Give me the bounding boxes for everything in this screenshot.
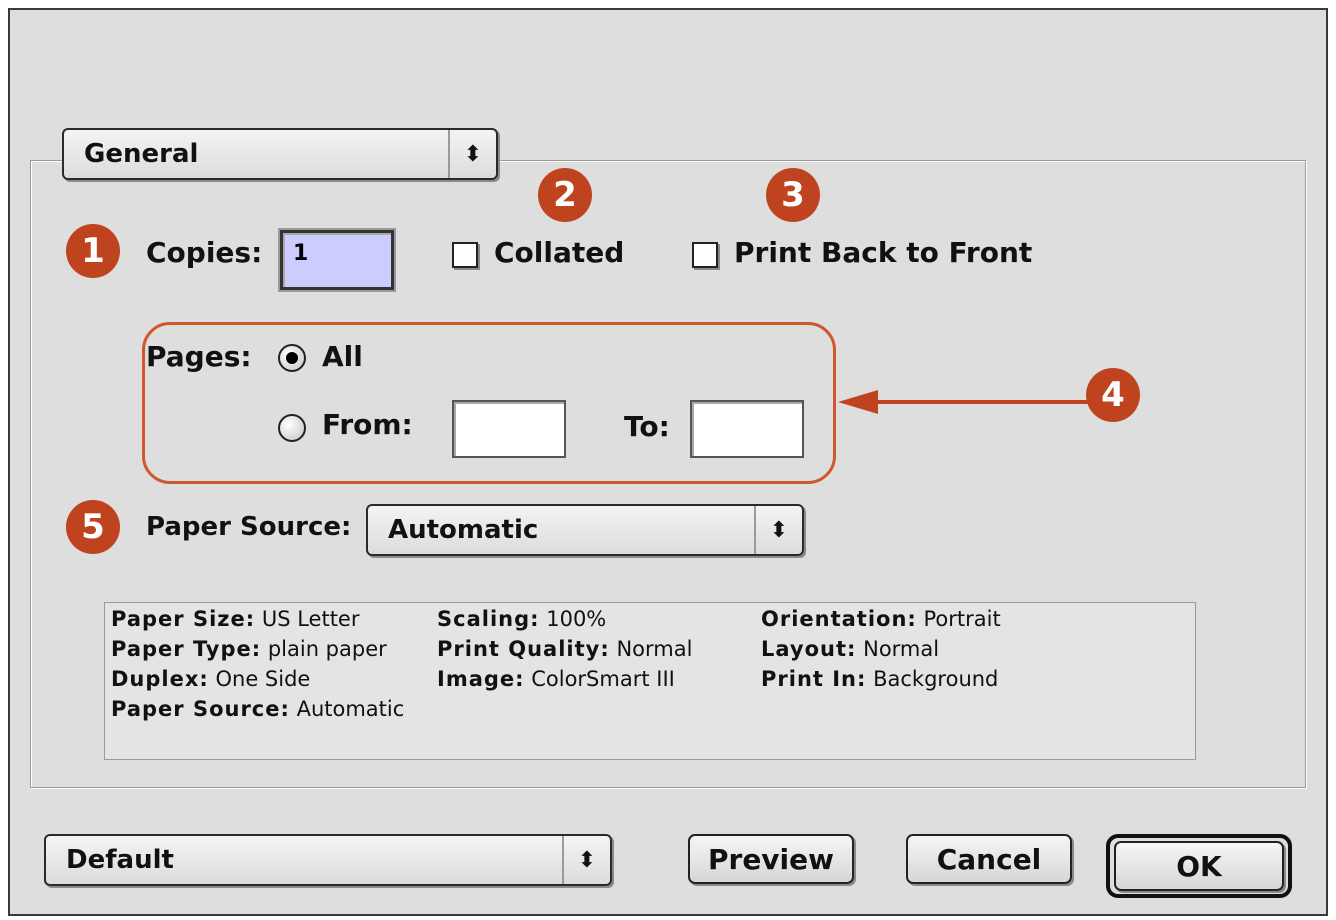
print-dialog: General ⬍ 1 2 3 4 5 Copies: 1 Collated P… [8,8,1328,916]
print-back-to-front-checkbox[interactable] [692,242,718,268]
settings-preset-popup[interactable]: Default ⬍ [44,834,612,886]
summary-duplex: Duplex: One Side [111,667,311,691]
copies-field[interactable]: 1 [278,228,396,292]
callout-badge-4: 4 [1086,368,1140,422]
settings-summary-box: Paper Size: US Letter Scaling: 100% Orie… [104,602,1196,760]
paper-source-label: Paper Source: [146,512,352,542]
panel-popup-label: General [84,139,199,169]
up-down-arrows-icon: ⬍ [562,836,610,884]
pages-label: Pages: [146,340,252,373]
callout-badge-3: 3 [766,168,820,222]
pages-to-field[interactable] [690,400,804,458]
pages-all-radio[interactable] [278,344,306,372]
paper-source-popup-label: Automatic [388,515,539,545]
summary-image: Image: ColorSmart III [437,667,675,691]
callout-badge-5: 5 [66,500,120,554]
pages-from-radio[interactable] [278,414,306,442]
radio-selected-dot [286,352,298,364]
summary-paper-type: Paper Type: plain paper [111,637,387,661]
collated-checkbox[interactable] [452,242,478,268]
preview-button[interactable]: Preview [688,834,854,884]
ok-button[interactable]: OK [1114,841,1284,891]
summary-layout: Layout: Normal [761,637,940,661]
summary-scaling: Scaling: 100% [437,607,607,631]
pages-all-label: All [322,340,363,373]
settings-preset-popup-label: Default [66,845,174,875]
callout-badge-1: 1 [66,224,120,278]
pages-from-label: From: [322,408,413,441]
pages-to-label: To: [624,410,670,443]
cancel-button[interactable]: Cancel [906,834,1072,884]
summary-paper-size: Paper Size: US Letter [111,607,360,631]
callout-arrow-line [872,400,1102,404]
print-back-to-front-label: Print Back to Front [734,236,1033,269]
summary-print-quality: Print Quality: Normal [437,637,693,661]
paper-source-popup[interactable]: Automatic ⬍ [366,504,804,556]
panel-popup[interactable]: General ⬍ [62,128,498,180]
copies-label: Copies: [146,236,263,269]
collated-label: Collated [494,236,625,269]
summary-paper-source: Paper Source: Automatic [111,697,405,721]
summary-print-in: Print In: Background [761,667,999,691]
summary-orientation: Orientation: Portrait [761,607,1001,631]
up-down-arrows-icon: ⬍ [754,506,802,554]
up-down-arrows-icon: ⬍ [448,130,496,178]
pages-from-field[interactable] [452,400,566,458]
callout-badge-2: 2 [538,168,592,222]
